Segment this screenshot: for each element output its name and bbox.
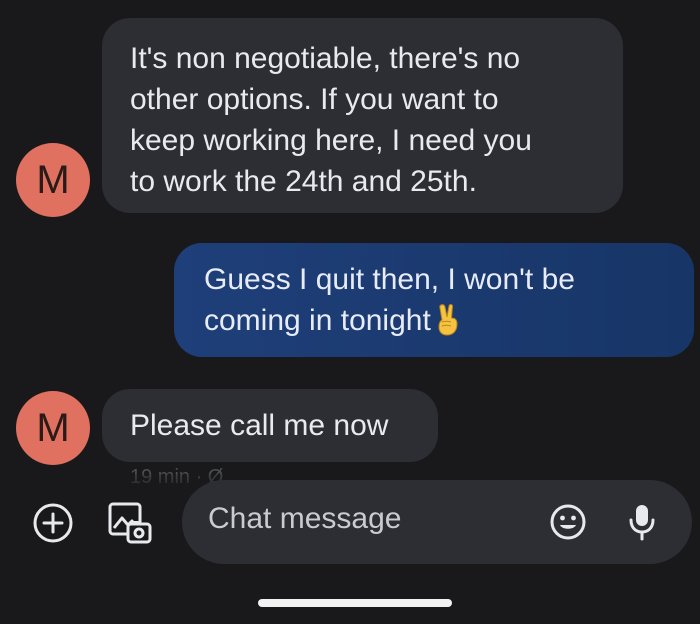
incoming-message-bubble[interactable]: Please call me now: [102, 389, 438, 462]
chat-screen: M It's non negotiable, there's no other …: [0, 0, 700, 624]
home-indicator[interactable]: [258, 599, 452, 607]
microphone-icon[interactable]: [620, 500, 664, 544]
gallery-icon[interactable]: [104, 496, 156, 548]
incoming-message-bubble[interactable]: It's non negotiable, there's no other op…: [102, 18, 623, 213]
outgoing-message-bubble[interactable]: Guess I quit then, I won't be coming in …: [174, 243, 694, 357]
message-text-line: Please call me now: [130, 409, 389, 442]
avatar-letter: M: [36, 405, 70, 450]
chat-message-placeholder: Chat message: [208, 502, 402, 535]
message-text-line: coming in tonight: [204, 300, 664, 341]
avatar[interactable]: M: [16, 143, 90, 217]
avatar[interactable]: M: [16, 391, 90, 465]
message-text-line: It's non negotiable, there's no: [130, 42, 521, 75]
avatar-letter: M: [36, 157, 70, 202]
message-text-segment: coming in tonight: [204, 304, 431, 337]
emoji-icon[interactable]: [546, 500, 590, 544]
message-text-line: Guess I quit then, I won't be: [204, 263, 575, 296]
message-text-line: to work the 24th and 25th.: [130, 165, 477, 198]
victory-hand-emoji: [438, 304, 458, 336]
chat-message-input[interactable]: Chat message: [182, 480, 692, 564]
message-text-line: other options. If you want to: [130, 83, 499, 116]
message-text-line: keep working here, I need you: [130, 124, 532, 157]
add-circle-icon[interactable]: [28, 498, 78, 548]
